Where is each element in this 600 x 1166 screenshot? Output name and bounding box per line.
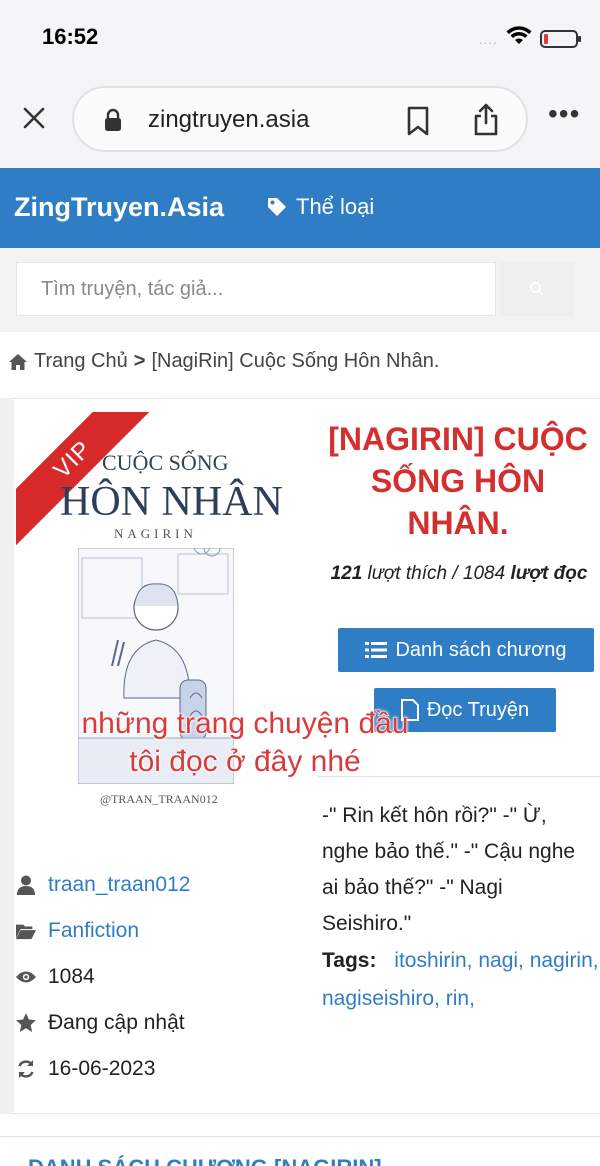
tags-label: Tags:: [322, 949, 377, 972]
list-icon: [365, 642, 388, 658]
chapter-list-button[interactable]: Danh sách chương: [338, 628, 594, 672]
close-tab-button[interactable]: [18, 102, 50, 134]
star-icon: [16, 1013, 36, 1033]
breadcrumb-home[interactable]: Trang Chủ: [34, 350, 128, 373]
breadcrumb-current[interactable]: [NagiRin] Cuộc Sống Hôn Nhân.: [151, 350, 439, 373]
search-button[interactable]: [500, 262, 574, 316]
status-bar: 16:52 ....: [0, 0, 600, 72]
story-tags: Tags: itoshirin, nagi, nagirin, nagiseis…: [322, 942, 600, 1018]
divider: [318, 776, 600, 777]
status-time: 16:52: [42, 24, 99, 49]
breadcrumb-separator: >: [133, 350, 146, 372]
updated-date: 16-06-2023: [48, 1057, 156, 1080]
tag-link[interactable]: nagi,: [478, 949, 524, 972]
tag-link[interactable]: nagirin,: [530, 949, 599, 972]
cover-title-line2: HÔN NHÂN: [60, 479, 283, 525]
story-description: -" Rin kết hôn rồi?" -" Ừ, nghe bảo thế.…: [322, 804, 576, 935]
wifi-icon: [506, 26, 532, 51]
tag-link[interactable]: nagiseishiro,: [322, 987, 440, 1010]
tag-link[interactable]: itoshirin,: [394, 949, 472, 972]
search-icon: [530, 282, 544, 296]
cover-credit: @TRAAN_TRAAN012: [100, 792, 218, 806]
likes-label: lượt thích /: [367, 563, 458, 584]
info-updated: 16-06-2023: [16, 1046, 306, 1092]
tag-icon: [268, 198, 286, 216]
close-icon: [23, 107, 45, 129]
cover-title-line1: CUỘC SỐNG: [102, 450, 229, 475]
lock-icon: [104, 108, 122, 137]
overlay-caption-line1: những trang chuyện đầu: [81, 707, 409, 741]
chapter-list-heading: DANH SÁCH CHƯƠNG [NAGIRIN]: [28, 1155, 382, 1166]
search-box[interactable]: [16, 262, 496, 316]
category-link[interactable]: Fanfiction: [48, 919, 139, 943]
card-edge: [0, 398, 14, 1114]
tag-link[interactable]: rin,: [446, 987, 475, 1010]
genre-menu-link[interactable]: Thể loại: [266, 194, 374, 220]
story-info-list: traan_traan012 Fanfiction 1084 Đang cập …: [16, 862, 306, 1092]
home-icon: [9, 353, 27, 370]
status-text: Đang cập nhật: [48, 1011, 185, 1034]
info-views: 1084: [16, 954, 306, 1000]
overlay-caption: những trang chuyện đầu tôi đọc ở đây nhé: [40, 705, 450, 781]
user-icon: [16, 875, 36, 895]
browser-toolbar: zingtruyen.asia •••: [0, 72, 600, 168]
cover-author: NAGIRIN: [114, 526, 197, 541]
url-text: zingtruyen.asia: [148, 106, 310, 133]
site-logo[interactable]: ZingTruyen.Asia: [14, 192, 224, 223]
author-link[interactable]: traan_traan012: [48, 873, 190, 897]
breadcrumb: Trang Chủ > [NagiRin] Cuộc Sống Hôn Nhân…: [8, 350, 439, 373]
reads-count: 1084: [462, 563, 506, 584]
chapter-list-section: DANH SÁCH CHƯƠNG [NAGIRIN]: [0, 1136, 600, 1166]
search-input[interactable]: [17, 263, 495, 315]
info-author: traan_traan012: [16, 862, 306, 908]
bookmark-icon[interactable]: [406, 106, 430, 141]
address-bar[interactable]: zingtruyen.asia: [72, 86, 528, 152]
info-category: Fanfiction: [16, 908, 306, 954]
battery-icon: [540, 29, 581, 48]
chapter-list-label: Danh sách chương: [395, 638, 567, 661]
refresh-icon: [16, 1059, 36, 1079]
info-status: Đang cập nhật: [16, 1000, 306, 1046]
folder-open-icon: [16, 921, 36, 941]
story-title: [NAGIRIN] CUỘC SỐNG HÔN NHÂN.: [328, 421, 588, 541]
site-header: ZingTruyen.Asia Thể loại: [0, 168, 600, 248]
genre-menu-label: Thể loại: [296, 194, 375, 219]
share-icon[interactable]: [472, 102, 500, 141]
more-options-button[interactable]: •••: [548, 100, 580, 128]
status-icons: ....: [478, 26, 581, 51]
signal-icon: ....: [478, 30, 498, 47]
story-stats: 121 lượt thích / 1084 lượt đọc: [318, 560, 600, 588]
reads-label: lượt đọc: [510, 563, 588, 584]
likes-count: 121: [330, 563, 363, 584]
views-count: 1084: [48, 965, 95, 988]
eye-icon: [16, 967, 36, 987]
